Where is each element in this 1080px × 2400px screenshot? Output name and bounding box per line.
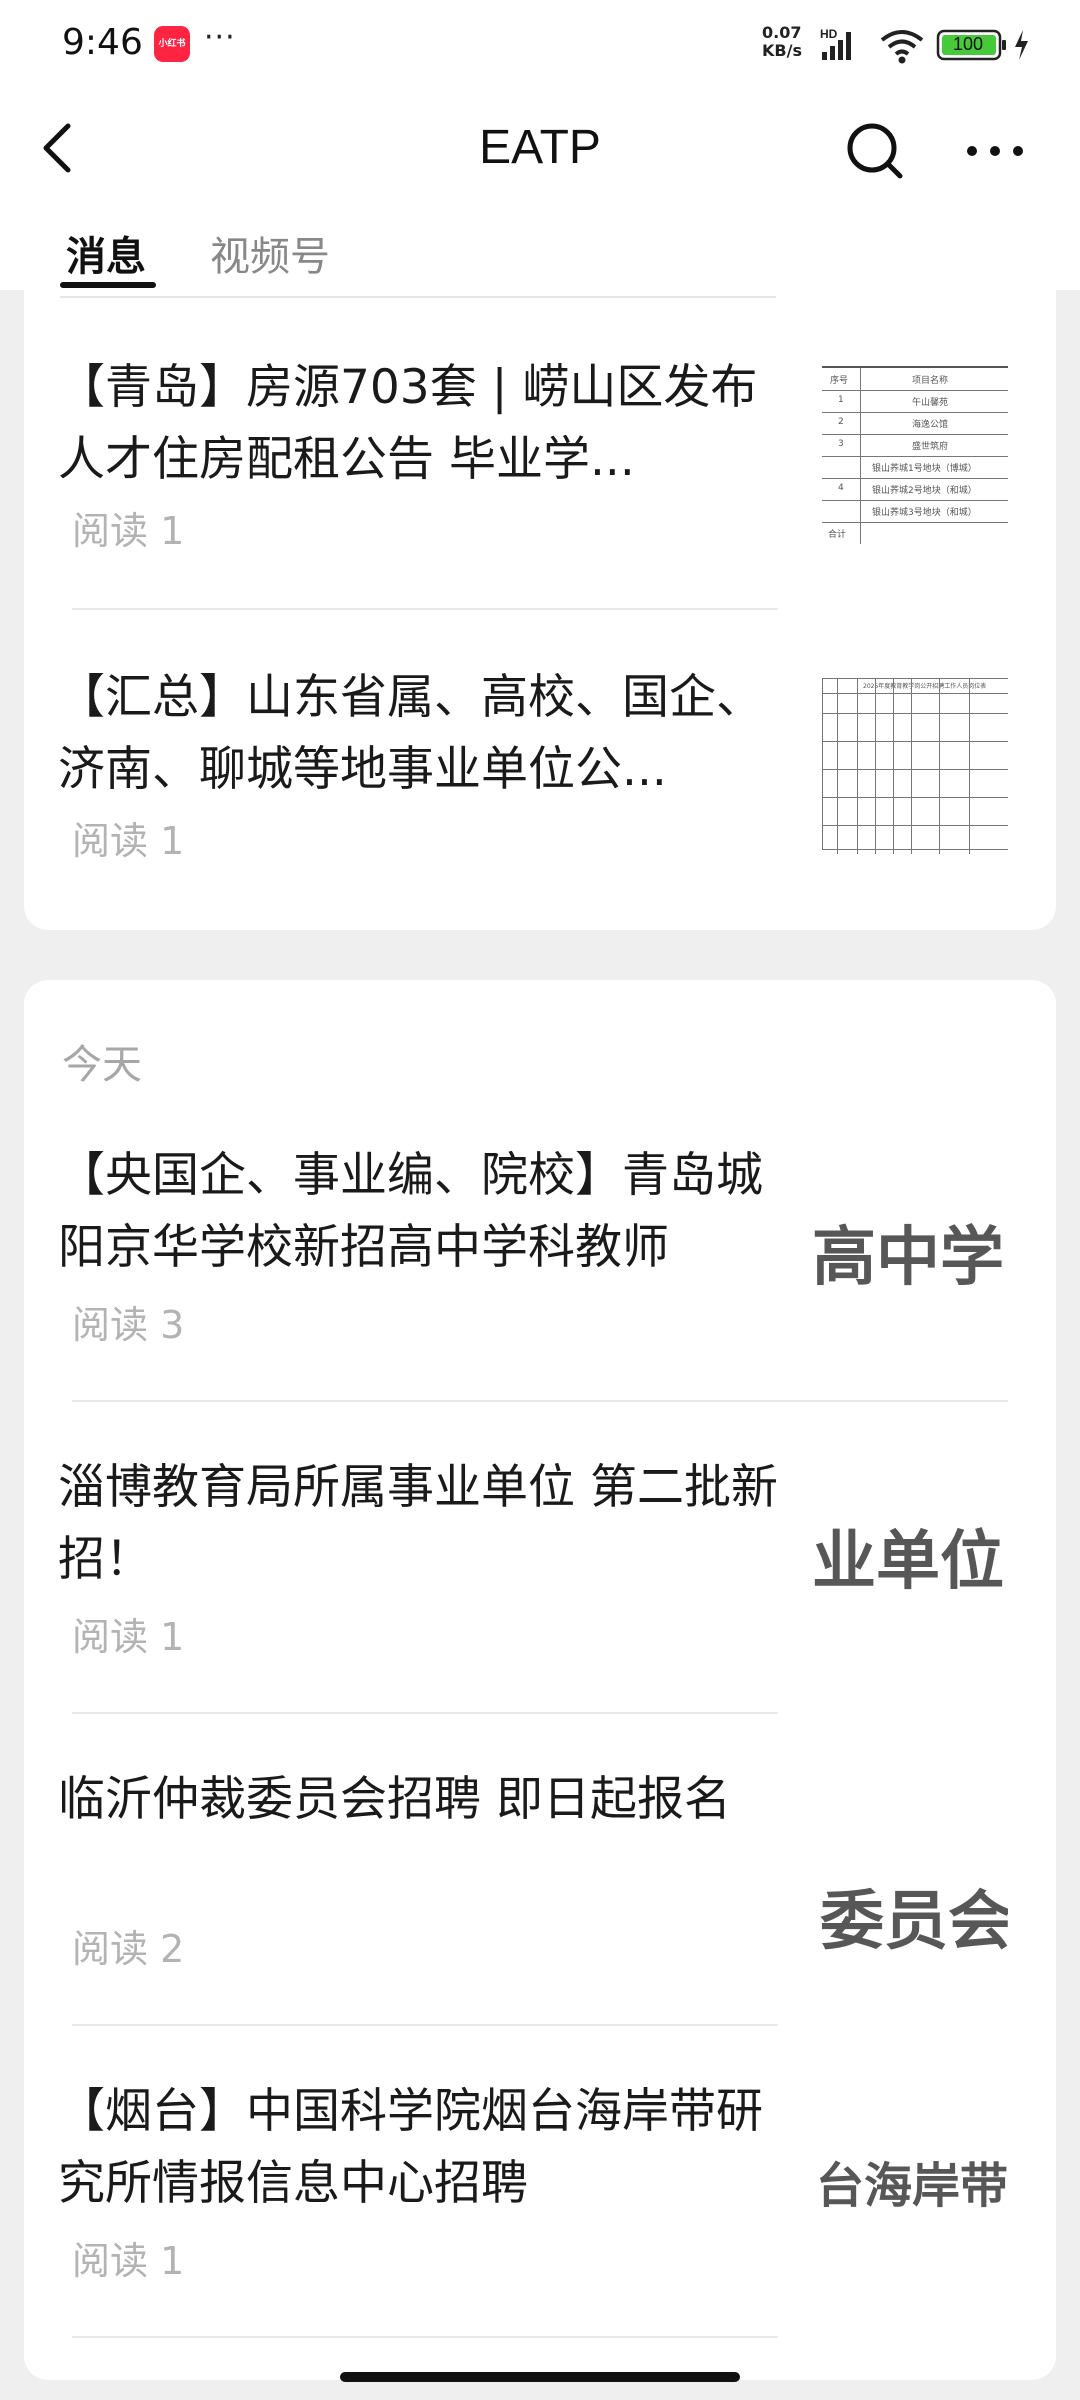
table-cell: 银山荞城1号地块（博城） xyxy=(872,464,977,474)
status-time: 9:46 xyxy=(62,22,143,63)
status-icons: HD xyxy=(820,27,1028,64)
read-count: 阅读 3 xyxy=(72,1303,185,1347)
charging-icon xyxy=(1015,30,1028,60)
tab-active-indicator xyxy=(60,282,156,288)
tab-messages[interactable]: 消息 xyxy=(66,224,146,282)
table-cell: 项目名称 xyxy=(912,376,949,386)
list-item[interactable]: 【汇总】山东省属、高校、国企、济南、聊城等地事业单位公... 阅读 1 2025… xyxy=(0,662,1080,872)
table-thumbnail: 2025年度教育教学岗公开招聘工作人员岗位表 xyxy=(822,678,1008,854)
table-thumbnail: 序号 项目名称 1 午山馨苑 2 海逸公馆 3 盛世筑府 4 银山荞城1号地块（… xyxy=(822,366,1008,544)
table-cell: 序号 xyxy=(830,376,849,386)
article-thumbnail[interactable]: 2025年度教育教学岗公开招聘工作人员岗位表 xyxy=(816,662,1008,854)
list-item[interactable]: 淄博教育局所属事业单位 第二批新招！ 阅读 1 业单位 xyxy=(0,1452,1080,1662)
article-thumbnail[interactable]: 台海岸带 xyxy=(812,2076,1008,2268)
home-indicator[interactable] xyxy=(340,2372,740,2382)
article-thumbnail[interactable]: 高中学 xyxy=(812,1140,1008,1332)
battery-level: 100 xyxy=(952,34,984,54)
thumbnail-text: 业单位 xyxy=(812,1525,1004,1599)
article-thumbnail[interactable]: 业单位 xyxy=(812,1452,1008,1644)
network-speed-unit: KB/s xyxy=(762,41,802,60)
list-item[interactable]: 【烟台】中国科学院烟台海岸带研究所情报信息中心招聘 阅读 1 台海岸带 xyxy=(0,2076,1080,2286)
table-cell: 1 xyxy=(838,395,844,405)
thumbnail-text: 委员会 xyxy=(820,1885,1008,1956)
divider xyxy=(60,296,776,298)
table-cell: 3 xyxy=(838,439,844,449)
page-title: EATP xyxy=(479,121,601,174)
divider xyxy=(72,608,778,610)
table-cell: 午山馨苑 xyxy=(912,398,949,408)
read-count: 阅读 1 xyxy=(72,2239,185,2283)
list-item[interactable]: 临沂仲裁委员会招聘 即日起报名 阅读 2 委员会 xyxy=(0,1764,1080,1974)
read-count: 阅读 2 xyxy=(72,1927,185,1971)
read-count: 阅读 1 xyxy=(72,1615,185,1659)
tab-bar: 消息 视频号 xyxy=(0,210,1080,290)
top-app-bar: EATP xyxy=(0,90,1080,210)
date-section-label: 今天 xyxy=(62,1042,142,1088)
xiaohongshu-app-icon: 小红书 xyxy=(154,26,190,62)
search-button[interactable] xyxy=(840,116,910,186)
thumbnail-text: 高中学 xyxy=(812,1221,1004,1295)
table-cell: 2 xyxy=(838,417,844,427)
table-cell: 4 xyxy=(838,483,844,493)
table-cell: 银山荞城3号地块（和城） xyxy=(872,508,977,518)
status-bar: 9:46 小红书 ··· 0.07 KB/s HD 100 xyxy=(0,0,1080,90)
article-thumbnail[interactable]: 序号 项目名称 1 午山馨苑 2 海逸公馆 3 盛世筑府 4 银山荞城1号地块（… xyxy=(816,352,1008,544)
network-speed: 0.07 KB/s xyxy=(762,24,816,60)
read-count: 阅读 1 xyxy=(72,819,185,863)
thumbnail-text: 台海岸带 xyxy=(816,2158,1008,2214)
article-title[interactable]: 【青岛】房源703套 | 崂山区发布人才住房配租公告 毕业学... xyxy=(58,352,778,496)
search-icon xyxy=(847,123,903,179)
divider xyxy=(72,1400,1008,1402)
more-horizontal-icon xyxy=(967,146,1023,156)
wifi-icon xyxy=(880,30,924,64)
table-cell: 合计 xyxy=(828,530,847,540)
hd-label: HD xyxy=(820,27,838,41)
table-caption: 2025年度教育教学岗公开招聘工作人员岗位表 xyxy=(863,683,987,690)
read-count: 阅读 1 xyxy=(72,509,185,553)
list-item[interactable]: 【青岛】房源703套 | 崂山区发布人才住房配租公告 毕业学... 阅读 1 序… xyxy=(0,352,1080,562)
network-speed-value: 0.07 xyxy=(762,23,802,42)
article-title[interactable]: 临沂仲裁委员会招聘 即日起报名 xyxy=(58,1764,778,1836)
table-cell: 海逸公馆 xyxy=(912,420,949,430)
article-thumbnail[interactable]: 委员会 xyxy=(812,1764,1008,1956)
list-item[interactable]: 【央国企、事业编、院校】青岛城阳京华学校新招高中学科教师 阅读 3 高中学 xyxy=(0,1140,1080,1350)
article-title[interactable]: 【汇总】山东省属、高校、国企、济南、聊城等地事业单位公... xyxy=(58,662,778,806)
article-title[interactable]: 淄博教育局所属事业单位 第二批新招！ xyxy=(58,1452,778,1596)
more-options-button[interactable] xyxy=(960,126,1030,176)
more-notifications-icon: ··· xyxy=(204,20,236,55)
tab-channels[interactable]: 视频号 xyxy=(210,224,330,282)
divider xyxy=(72,1712,778,1714)
divider xyxy=(72,2024,778,2026)
table-cell: 银山荞城2号地块（和城） xyxy=(872,486,977,496)
article-title[interactable]: 【烟台】中国科学院烟台海岸带研究所情报信息中心招聘 xyxy=(58,2076,778,2220)
divider xyxy=(72,2336,778,2338)
article-title[interactable]: 【央国企、事业编、院校】青岛城阳京华学校新招高中学科教师 xyxy=(58,1140,778,1284)
table-cell: 盛世筑府 xyxy=(912,442,949,452)
